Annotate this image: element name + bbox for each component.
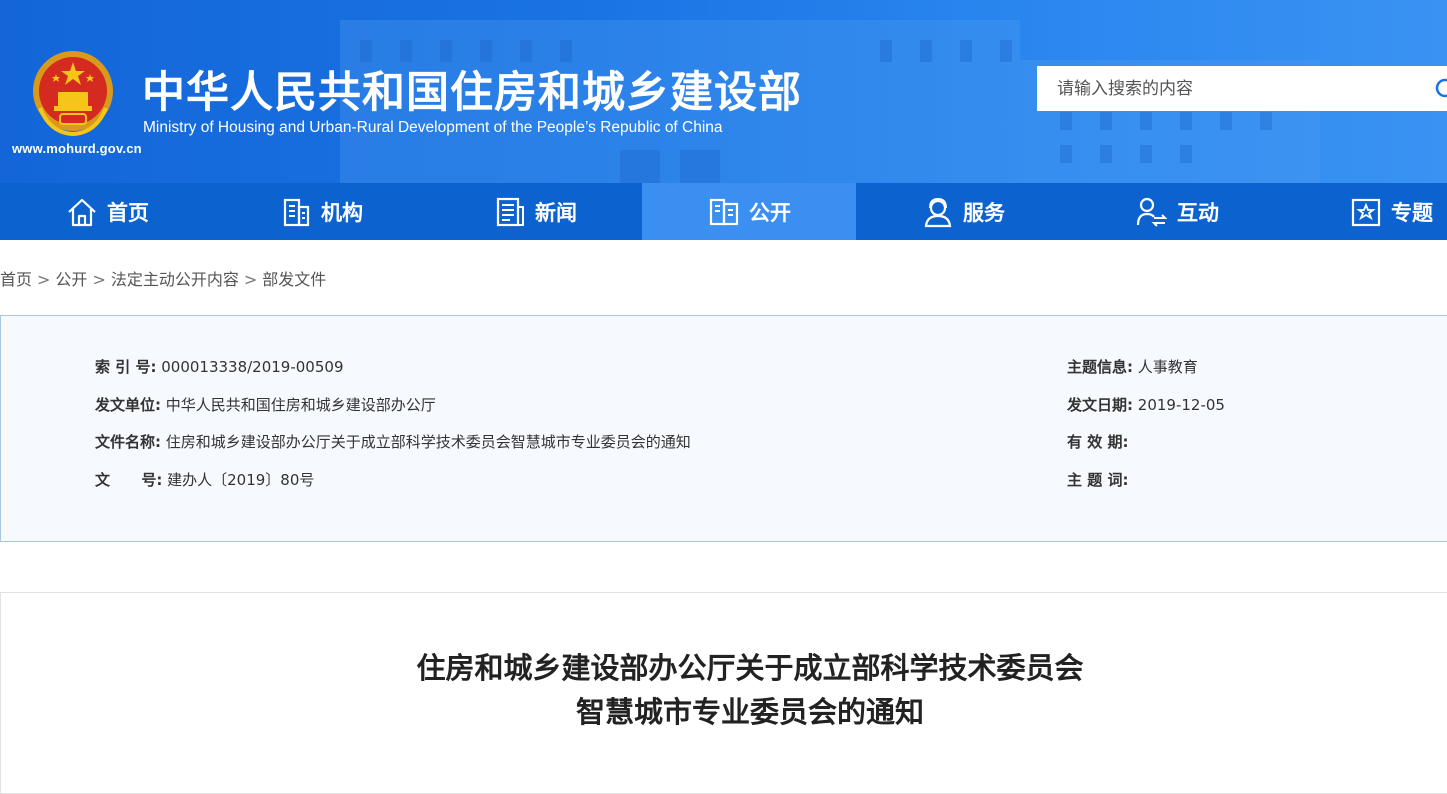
info-filename-label: 文件名称:	[95, 433, 161, 451]
building-icon	[283, 198, 310, 226]
document-icon	[709, 198, 739, 225]
info-filename-value: 住房和城乡建设部办公厅关于成立部科学技术委员会智慧城市专业委员会的通知	[165, 433, 691, 451]
info-docno-value: 建办人〔2019〕80号	[167, 471, 315, 489]
info-issuer-value: 中华人民共和国住房和城乡建设部办公厅	[165, 396, 436, 414]
info-index-value: 000013338/2019-00509	[161, 358, 344, 376]
info-keywords-label: 主 题 词:	[1067, 471, 1129, 489]
breadcrumb: 首页 > 公开 > 法定主动公开内容 > 部发文件	[0, 266, 326, 290]
star-icon	[1351, 198, 1381, 226]
nav-item-service[interactable]: 服务	[856, 183, 1070, 240]
news-icon	[496, 197, 524, 226]
info-topic-value: 人事教育	[1137, 358, 1198, 376]
breadcrumb-public[interactable]: 公开	[55, 270, 87, 289]
main-nav: 首页 机构 新闻 公开 服务 互动 专题	[0, 183, 1447, 240]
nav-item-label: 机构	[321, 200, 363, 225]
site-url: www.mohurd.gov.cn	[12, 141, 142, 156]
info-docno-label: 文 号:	[95, 471, 163, 489]
site-title-english: Ministry of Housing and Urban-Rural Deve…	[143, 119, 723, 136]
nav-item-label: 专题	[1391, 200, 1433, 225]
breadcrumb-separator: >	[37, 270, 51, 289]
breadcrumb-separator: >	[243, 270, 258, 289]
search-icon[interactable]	[1434, 77, 1447, 99]
info-filename-row: 文件名称: 住房和城乡建设部办公厅关于成立部科学技术委员会智慧城市专业委员会的通…	[95, 431, 691, 452]
service-icon	[924, 197, 952, 227]
info-topic-row: 主题信息: 人事教育	[1067, 356, 1198, 377]
nav-item-public[interactable]: 公开	[642, 183, 856, 240]
info-index-row: 索 引 号: 000013338/2019-00509	[95, 356, 343, 377]
info-keywords-row: 主 题 词:	[1067, 469, 1128, 490]
info-issuer-label: 发文单位:	[95, 396, 161, 414]
info-date-value: 2019-12-05	[1137, 396, 1225, 414]
breadcrumb-separator: >	[92, 270, 106, 289]
search-input[interactable]	[1037, 66, 1437, 111]
info-issuer-row: 发文单位: 中华人民共和国住房和城乡建设部办公厅	[95, 394, 436, 415]
breadcrumb-home[interactable]: 首页	[0, 270, 32, 289]
home-icon	[68, 198, 96, 226]
info-index-label: 索 引 号:	[95, 358, 157, 376]
article-title-line2: 智慧城市专业委员会的通知	[575, 695, 924, 729]
info-date-label: 发文日期:	[1067, 396, 1133, 414]
nav-item-label: 公开	[749, 200, 791, 225]
nav-item-label: 服务	[963, 200, 1005, 225]
site-title: 中华人民共和国住房和城乡建设部	[142, 68, 802, 118]
info-topic-label: 主题信息:	[1067, 358, 1133, 376]
nav-item-news[interactable]: 新闻	[428, 183, 642, 240]
nav-item-home[interactable]: 首页	[0, 183, 214, 240]
nav-item-interaction[interactable]: 互动	[1070, 183, 1284, 240]
info-validity-row: 有 效 期:	[1067, 431, 1128, 452]
info-date-row: 发文日期: 2019-12-05	[1067, 394, 1225, 415]
article-title: 住房和城乡建设部办公厅关于成立部科学技术委员会 智慧城市专业委员会的通知	[0, 646, 1447, 734]
nav-item-label: 互动	[1177, 200, 1219, 225]
nav-item-label: 新闻	[535, 200, 577, 225]
breadcrumb-statutory[interactable]: 法定主动公开内容	[111, 270, 239, 289]
national-emblem-icon	[33, 51, 113, 137]
nav-item-topics[interactable]: 专题	[1284, 183, 1447, 240]
breadcrumb-documents[interactable]: 部发文件	[262, 270, 326, 289]
document-info-panel	[0, 315, 1447, 542]
info-validity-label: 有 效 期:	[1067, 433, 1129, 451]
nav-item-label: 首页	[107, 200, 149, 225]
info-docno-row: 文 号: 建办人〔2019〕80号	[95, 469, 314, 490]
article-title-line1: 住房和城乡建设部办公厅关于成立部科学技术委员会	[416, 651, 1084, 685]
interaction-icon	[1136, 197, 1168, 227]
nav-item-org[interactable]: 机构	[214, 183, 428, 240]
